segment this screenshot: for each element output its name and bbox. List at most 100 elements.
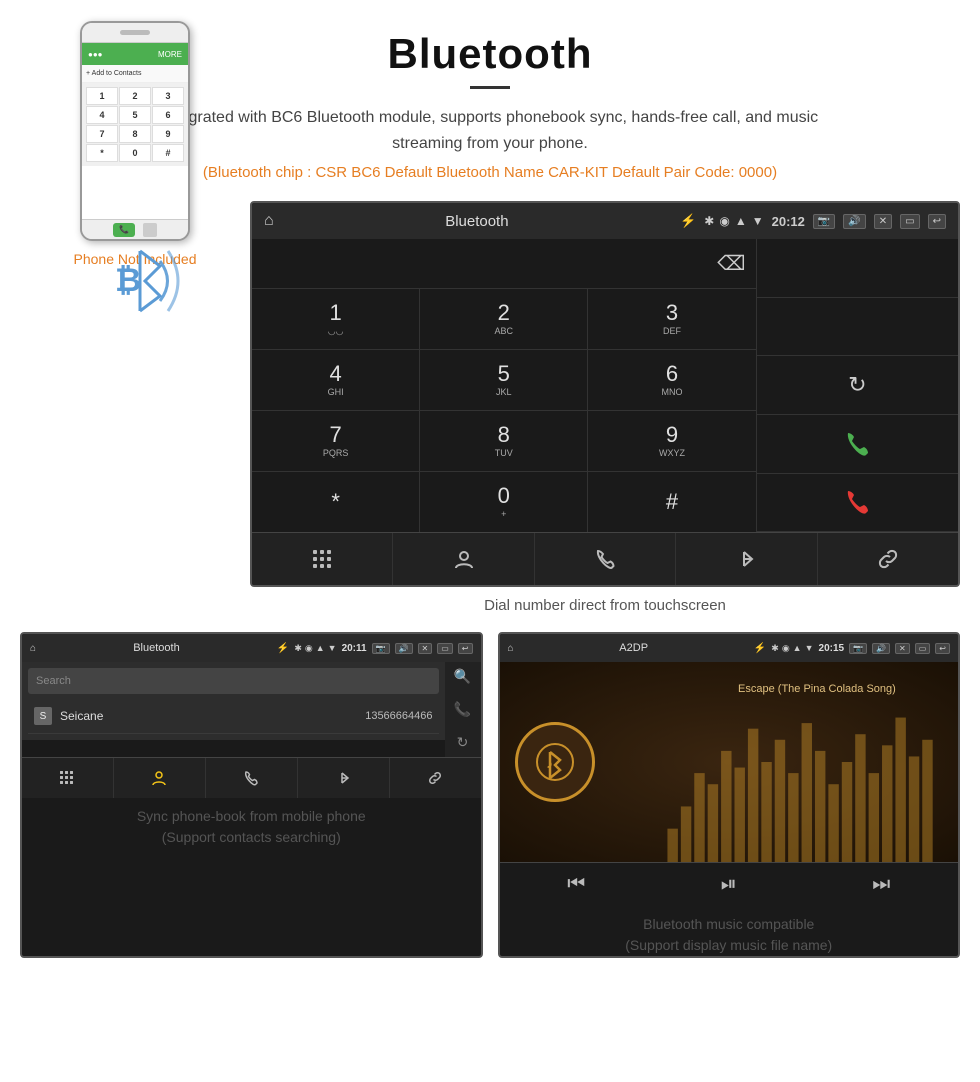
phone-key-8[interactable]: 8 — [119, 125, 151, 143]
dial-key-2[interactable]: 2 ABC — [420, 289, 588, 349]
dial-key-star[interactable]: * — [252, 472, 420, 532]
contacts-home-icon[interactable]: ⌂ — [30, 643, 36, 654]
phone-key-2[interactable]: 2 — [119, 87, 151, 105]
home-icon[interactable]: ⌂ — [264, 212, 274, 230]
key-row-3: 7 PQRS 8 TUV 9 WXYZ — [252, 411, 756, 472]
key-row-4: * 0 + # — [252, 472, 756, 532]
dial-key-8[interactable]: 8 TUV — [420, 411, 588, 471]
music-caption-line1: Bluetooth music compatible — [643, 916, 814, 932]
close-icon[interactable]: ✕ — [874, 214, 892, 229]
dial-key-4[interactable]: 4 GHI — [252, 350, 420, 410]
phone-keypad: 1 2 3 4 5 6 7 8 9 * 0 # — [82, 83, 188, 166]
header-description: Integrated with BC6 Bluetooth module, su… — [130, 105, 850, 156]
contacts-nav-link[interactable] — [390, 758, 481, 798]
display-row: ⌫ — [252, 239, 756, 289]
music-camera-icon[interactable]: 📷 — [849, 643, 867, 654]
phone-key-star[interactable]: * — [86, 144, 118, 162]
key-num-0: 0 — [498, 485, 510, 507]
key-alpha-8: TUV — [495, 448, 513, 458]
phone-key-hash[interactable]: # — [152, 144, 184, 162]
contacts-close-icon[interactable]: ✕ — [418, 643, 433, 654]
phone-icon[interactable]: 📞 — [454, 701, 471, 718]
car-screen: ⌂ Bluetooth ⚡ ✱ ◉ ▲ ▼ 20:12 📷 🔊 ✕ ▭ ↩ — [250, 201, 960, 587]
contacts-panel-caption: Sync phone-book from mobile phone (Suppo… — [22, 806, 481, 848]
phone-key-5[interactable]: 5 — [119, 106, 151, 124]
play-pause-button[interactable]: ⏯ — [721, 873, 737, 896]
phone-home-button[interactable] — [143, 223, 157, 237]
phone-key-9[interactable]: 9 — [152, 125, 184, 143]
phone-call-button[interactable]: 📞 — [113, 223, 135, 237]
dial-key-6[interactable]: 6 MNO — [588, 350, 755, 410]
search-bar[interactable]: Search — [28, 668, 439, 694]
reload-icon[interactable]: ↻ — [457, 734, 469, 751]
contacts-nav-dialpad[interactable] — [22, 758, 114, 798]
header-divider — [470, 86, 510, 89]
contacts-panel: ⌂ Bluetooth ⚡ ✱ ◉ ▲ ▼ 20:11 📷 🔊 ✕ ▭ ↩ Se… — [20, 632, 483, 958]
phone-key-4[interactable]: 4 — [86, 106, 118, 124]
key-alpha-3: DEF — [663, 326, 681, 336]
music-screen-icon[interactable]: ▭ — [915, 643, 931, 654]
dial-key-0[interactable]: 0 + — [420, 472, 588, 532]
nav-phone[interactable] — [535, 533, 676, 585]
music-home-icon[interactable]: ⌂ — [508, 643, 514, 654]
music-back-icon[interactable]: ↩ — [935, 643, 950, 654]
key-alpha-5: JKL — [496, 387, 512, 397]
prev-button[interactable]: ⏮ — [567, 873, 585, 896]
camera-icon[interactable]: 📷 — [813, 214, 835, 229]
next-button[interactable]: ⏭ — [872, 873, 890, 896]
dial-key-1[interactable]: 1 ◡◡ — [252, 289, 420, 349]
key-num-3: 3 — [666, 302, 678, 324]
contact-row[interactable]: S Seicane 13566664466 — [28, 699, 439, 734]
contacts-nav-phone[interactable] — [206, 758, 298, 798]
contacts-time: 20:11 — [342, 643, 367, 654]
key-alpha-6: MNO — [661, 387, 682, 397]
volume-icon[interactable]: 🔊 — [843, 214, 865, 229]
phone-key-3[interactable]: 3 — [152, 87, 184, 105]
contacts-nav-bluetooth[interactable] — [298, 758, 390, 798]
contacts-volume-icon[interactable]: 🔊 — [395, 643, 413, 654]
screen-label: ●●● — [88, 50, 103, 59]
music-volume-icon[interactable]: 🔊 — [872, 643, 890, 654]
contacts-screen-icon[interactable]: ▭ — [437, 643, 453, 654]
music-controls: ⏮ ⏯ ⏭ — [500, 862, 959, 906]
contacts-panel-bottom-nav — [22, 757, 481, 798]
contacts-camera-icon[interactable]: 📷 — [372, 643, 390, 654]
dialpad-right: ↻ — [757, 239, 958, 532]
nav-contacts[interactable] — [393, 533, 534, 585]
dial-key-3[interactable]: 3 DEF — [588, 289, 755, 349]
nav-link[interactable] — [818, 533, 958, 585]
back-icon[interactable]: ↩ — [928, 214, 946, 229]
key-alpha-7: PQRS — [323, 448, 349, 458]
search-placeholder: Search — [36, 675, 71, 687]
contacts-nav-person[interactable] — [114, 758, 206, 798]
nav-dialpad[interactable] — [252, 533, 393, 585]
music-panel: ⌂ A2DP ⚡ ✱ ◉ ▲ ▼ 20:15 📷 🔊 ✕ ▭ ↩ — [498, 632, 961, 958]
dial-key-hash[interactable]: # — [588, 472, 755, 532]
contacts-body: Search S Seicane 13566664466 — [22, 662, 445, 757]
dial-key-9[interactable]: 9 WXYZ — [588, 411, 755, 471]
screen-more: MORE — [158, 50, 182, 59]
music-close-icon[interactable]: ✕ — [895, 643, 910, 654]
contacts-back-icon[interactable]: ↩ — [458, 643, 473, 654]
car-screen-bottom-nav — [252, 532, 958, 585]
phone-key-6[interactable]: 6 — [152, 106, 184, 124]
music-signal-icon: ▼ — [805, 643, 814, 653]
music-panel-status-bar: ⌂ A2DP ⚡ ✱ ◉ ▲ ▼ 20:15 📷 🔊 ✕ ▭ ↩ — [500, 634, 959, 662]
end-call-button[interactable] — [757, 474, 958, 533]
add-contact-row: + Add to Contacts — [82, 65, 188, 83]
call-button[interactable] — [757, 415, 958, 474]
phone-key-7[interactable]: 7 — [86, 125, 118, 143]
dialpad-area: ⌫ 1 ◡◡ 2 ABC 3 DEF — [252, 239, 958, 532]
key-alpha-9: WXYZ — [659, 448, 685, 458]
phone-screen: ●●● MORE + Add to Contacts 1 2 3 4 5 6 7 — [82, 43, 188, 219]
screen-icon[interactable]: ▭ — [900, 214, 919, 229]
key-num-8: 8 — [498, 424, 510, 446]
dial-key-5[interactable]: 5 JKL — [420, 350, 588, 410]
reload-button[interactable]: ↻ — [757, 356, 958, 415]
backspace-button[interactable]: ⌫ — [717, 251, 745, 276]
phone-key-1[interactable]: 1 — [86, 87, 118, 105]
search-icon[interactable]: 🔍 — [454, 668, 471, 685]
phone-key-0[interactable]: 0 — [119, 144, 151, 162]
dial-key-7[interactable]: 7 PQRS — [252, 411, 420, 471]
nav-bluetooth[interactable] — [676, 533, 817, 585]
